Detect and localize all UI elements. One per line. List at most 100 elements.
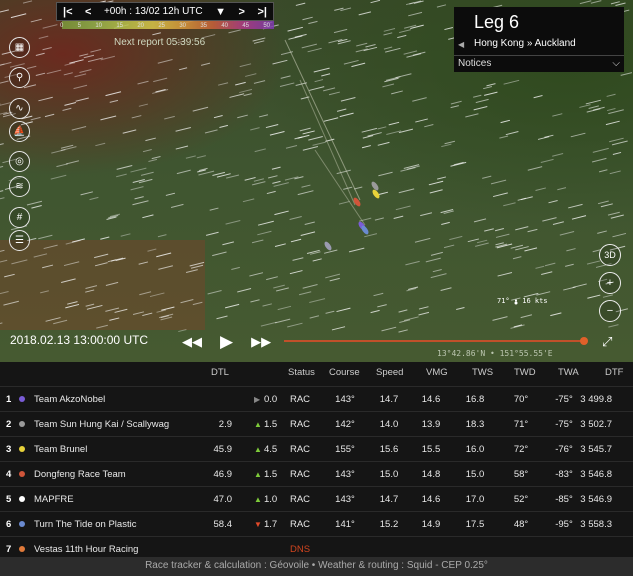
first-icon[interactable]: |<: [63, 6, 73, 18]
compass-icon[interactable]: ◎: [9, 151, 30, 172]
notices-dropdown[interactable]: Notices ⌵: [454, 55, 624, 72]
wind-streak: [175, 145, 189, 150]
fullscreen-icon[interactable]: ⤢: [602, 334, 612, 350]
wind-streak: [86, 304, 103, 310]
zoom-in-icon[interactable]: +: [599, 272, 621, 294]
map-layers-icon[interactable]: ▦: [9, 37, 30, 58]
wind-streak: [415, 118, 428, 123]
wind-streak: [382, 83, 395, 88]
wind-streak: [609, 137, 624, 143]
ruler-icon[interactable]: ☰: [9, 230, 30, 251]
wind-streak: [71, 126, 87, 131]
wind-streak: [615, 2, 626, 7]
wind-streak: [308, 20, 318, 25]
chevron-down-icon[interactable]: ▼: [215, 6, 226, 18]
rewind-icon[interactable]: ◀◀: [182, 334, 202, 350]
wind-streak: [348, 247, 365, 253]
wind-streak: [338, 200, 350, 205]
timeline-handle[interactable]: [580, 337, 588, 345]
timeline-track[interactable]: [284, 340, 585, 342]
table-row[interactable]: 6 Turn The Tide on Plastic 58.4 RAC 141° 15.2…: [0, 511, 633, 535]
table-row[interactable]: 1 Team AkzoNobel RAC 143° 14.7 14.6 16.8 70° -75…: [0, 386, 633, 410]
wind-streak: [109, 99, 119, 103]
wind-streak: [354, 186, 363, 190]
wind-streak: [339, 112, 354, 118]
boat-icon[interactable]: ⛵: [9, 121, 30, 142]
col-dtl: DTL: [211, 367, 229, 378]
cell-delta: 4.5: [264, 444, 278, 455]
forecast-time-label[interactable]: +00h : 13/02 12h UTC: [104, 6, 203, 17]
wind-streak: [336, 108, 347, 112]
next-icon[interactable]: >: [239, 6, 245, 18]
table-row[interactable]: 5 MAPFRE 47.0 RAC 143° 14.7 14.6 17.0 52° -85° 3 5…: [0, 486, 633, 510]
table-row[interactable]: 2 Team Sun Hung Kai / Scallywag 2.9 RAC 142°…: [0, 411, 633, 435]
notices-label: Notices: [458, 58, 492, 69]
wind-streak: [147, 248, 157, 252]
play-icon[interactable]: ▶: [220, 332, 233, 352]
wind-streak: [265, 123, 279, 129]
view-3d-button[interactable]: 3D: [599, 244, 621, 266]
wind-streak: [323, 87, 336, 92]
wind-streak: [456, 306, 465, 311]
wind-streak: [105, 91, 122, 97]
cell-status: RAC: [289, 419, 311, 430]
cell-twa: -95°: [555, 519, 573, 530]
boat-marker[interactable]: [323, 240, 333, 251]
chevron-left-icon[interactable]: ◀: [458, 40, 464, 49]
wind-streak: [142, 149, 152, 153]
wind-streak: [72, 238, 85, 243]
map-view[interactable]: |< < +00h : 13/02 12h UTC ▼ > >| 0 5 10 15 2…: [0, 0, 633, 362]
wind-streak: [420, 212, 433, 217]
rank-number: 6: [6, 519, 12, 530]
wind-scale-tick: 30: [179, 23, 186, 29]
wind-streak: [449, 235, 463, 241]
wind-streak: [235, 81, 246, 86]
boat-track: [284, 39, 361, 201]
cell-speed: 15.6: [379, 444, 399, 455]
fast-forward-icon[interactable]: ▶▶: [251, 334, 271, 350]
wind-streak: [267, 175, 278, 179]
cell-vmg: 14.6: [421, 494, 441, 505]
wind-streak: [383, 32, 393, 36]
wind-streak: [164, 115, 175, 120]
grid-icon[interactable]: #: [9, 207, 30, 228]
wind-streak: [606, 93, 616, 97]
col-status: Status: [288, 367, 315, 378]
wind-streak: [600, 203, 613, 208]
cell-vmg: 14.9: [421, 519, 441, 530]
table-row[interactable]: 3 Team Brunel 45.9 RAC 155° 15.6 15.5 16.0 72° -7…: [0, 436, 633, 460]
cell-twd: 71°: [513, 419, 529, 430]
cell-dtf: 3 545.7: [580, 444, 612, 455]
prev-icon[interactable]: <: [85, 6, 91, 18]
wind-streak: [274, 318, 291, 324]
wind-streak: [336, 307, 351, 313]
wind-streak: [204, 129, 218, 134]
col-course: Course: [329, 367, 360, 378]
wind-streak: [302, 130, 315, 135]
zoom-out-icon[interactable]: −: [599, 300, 621, 322]
wind-streak: [535, 265, 545, 269]
wind-streak: [229, 93, 245, 98]
wind-streak: [527, 228, 538, 233]
wind-readout: 71° • 16 kts: [497, 297, 548, 305]
wind-streak: [218, 82, 229, 86]
wind-streak: [608, 109, 624, 115]
last-icon[interactable]: >|: [257, 6, 267, 18]
pin-icon[interactable]: ⚲: [9, 67, 30, 88]
playback-datetime: 2018.02.13 13:00:00 UTC: [10, 333, 149, 347]
wind-streak: [258, 114, 269, 118]
wind-streak: [373, 292, 384, 297]
wind-streak: [30, 18, 42, 23]
wind-streak: [94, 262, 108, 267]
table-row[interactable]: 4 Dongfeng Race Team 46.9 RAC 143° 15.0 14.8 15…: [0, 461, 633, 485]
boat-marker[interactable]: [370, 180, 380, 191]
wind-streak: [399, 29, 411, 34]
wind-streak: [441, 221, 450, 225]
wind-streak: [74, 73, 87, 78]
cell-tws: 17.5: [465, 519, 485, 530]
wind-streak: [257, 230, 272, 236]
cell-speed: 15.0: [379, 469, 399, 480]
route-icon[interactable]: ∿: [9, 98, 30, 119]
wind-streak: [287, 26, 303, 32]
wind-icon[interactable]: ≋: [9, 176, 30, 197]
